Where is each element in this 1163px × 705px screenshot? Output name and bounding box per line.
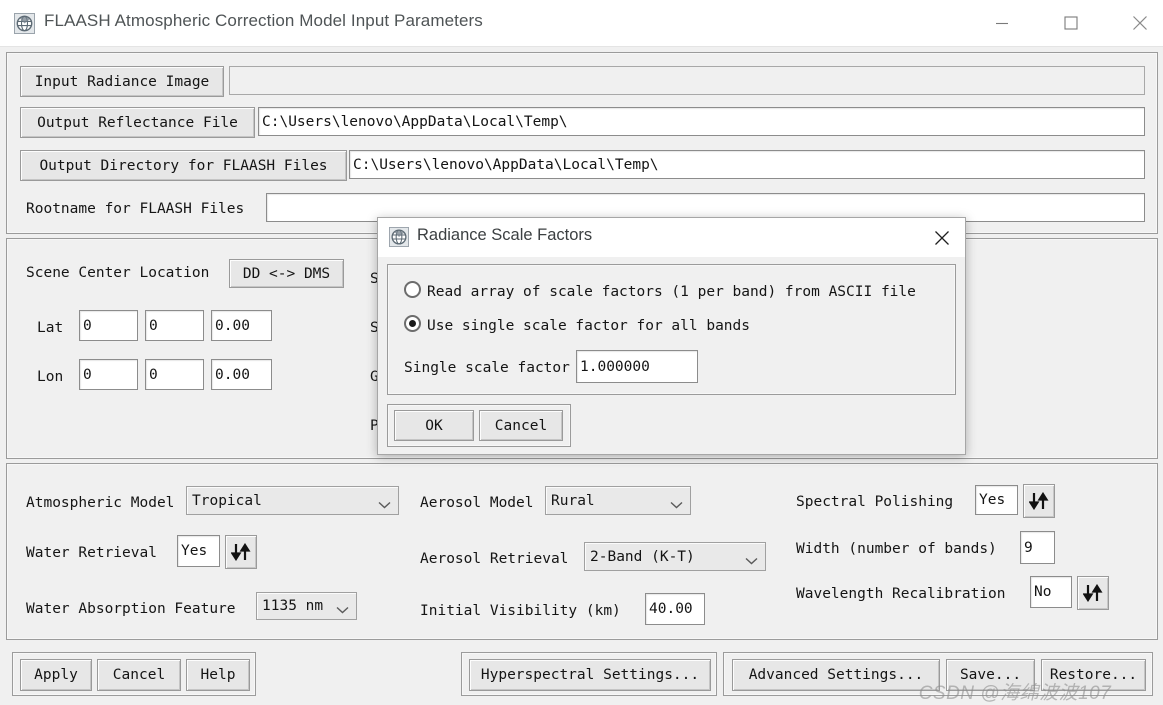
aerosol-retrieval-label: Aerosol Retrieval — [420, 551, 569, 567]
initial-visibility-label: Initial Visibility (km) — [420, 603, 621, 619]
lat-minutes-field[interactable]: 0 — [145, 310, 204, 341]
updown-arrows-icon — [1029, 492, 1049, 510]
radiance-scale-factors-dialog: Radiance Scale Factors Read array of sca… — [377, 217, 966, 455]
chevron-down-icon — [378, 497, 391, 508]
initial-visibility-field[interactable]: 40.00 — [645, 593, 705, 625]
aerosol-model-select[interactable]: Rural — [545, 486, 691, 515]
input-radiance-image-button[interactable]: Input Radiance Image — [20, 66, 224, 97]
dialog-title: Radiance Scale Factors — [417, 226, 593, 244]
lon-degrees-field[interactable]: 0 — [79, 359, 138, 390]
aerosol-model-value: Rural — [551, 492, 595, 509]
single-scale-factor-label: Single scale factor — [404, 360, 570, 376]
wavelength-recalibration-value[interactable]: No — [1030, 576, 1072, 608]
chevron-down-icon — [670, 497, 683, 508]
chevron-down-icon — [336, 602, 349, 614]
files-panel: Input Radiance Image Output Reflectance … — [6, 52, 1158, 234]
envi-globe-icon — [14, 13, 35, 34]
close-icon — [935, 230, 949, 245]
updown-arrows-icon — [231, 543, 251, 561]
output-reflectance-file-field[interactable]: C:\Users\lenovo\AppData\Local\Temp\ — [258, 107, 1145, 136]
atmospheric-model-select[interactable]: Tropical — [186, 486, 399, 515]
bottom-actions-right-group: Advanced Settings... Save... Restore... — [723, 652, 1153, 696]
aerosol-retrieval-value: 2-Band (K-T) — [590, 548, 695, 565]
dialog-titlebar: Radiance Scale Factors — [378, 218, 965, 257]
water-retrieval-label: Water Retrieval — [26, 545, 157, 561]
hyperspectral-settings-button[interactable]: Hyperspectral Settings... — [469, 659, 711, 691]
dialog-options-panel: Read array of scale factors (1 per band)… — [387, 264, 956, 395]
dialog-ok-button[interactable]: OK — [394, 410, 474, 441]
width-number-of-bands-label: Width (number of bands) — [796, 541, 997, 557]
chevron-down-icon — [745, 553, 758, 564]
water-retrieval-toggle-button[interactable] — [225, 535, 257, 569]
page-title: FLAASH Atmospheric Correction Model Inpu… — [44, 11, 483, 30]
updown-arrows-icon — [1083, 584, 1103, 602]
close-button[interactable] — [1117, 0, 1163, 46]
water-absorption-feature-label: Water Absorption Feature — [26, 601, 236, 617]
envi-globe-icon — [389, 227, 409, 247]
wavelength-recalibration-label: Wavelength Recalibration — [796, 586, 1006, 602]
lon-seconds-field[interactable]: 0.00 — [211, 359, 272, 390]
dd-dms-toggle-button[interactable]: DD <-> DMS — [229, 259, 344, 288]
dialog-cancel-button[interactable]: Cancel — [479, 410, 563, 441]
window-titlebar: FLAASH Atmospheric Correction Model Inpu… — [0, 0, 1163, 47]
spectral-polishing-value[interactable]: Yes — [975, 485, 1018, 515]
dialog-buttons-group: OK Cancel — [387, 404, 571, 447]
lon-label: Lon — [37, 369, 64, 385]
model-panel: Atmospheric Model Tropical Water Retriev… — [6, 463, 1158, 640]
output-directory-button[interactable]: Output Directory for FLAASH Files — [20, 150, 347, 181]
read-array-label: Read array of scale factors (1 per band)… — [427, 284, 916, 300]
close-icon — [1133, 16, 1147, 30]
minimize-icon — [996, 22, 1008, 25]
dialog-close-button[interactable] — [919, 218, 965, 257]
water-absorption-feature-value: 1135 nm — [262, 598, 324, 614]
maximize-button[interactable] — [1048, 0, 1094, 46]
scene-center-location-label: Scene Center Location — [26, 265, 210, 281]
rootname-label: Rootname for FLAASH Files — [26, 201, 245, 217]
atmospheric-model-label: Atmospheric Model — [26, 495, 175, 511]
input-radiance-image-field[interactable] — [229, 66, 1145, 95]
save-button[interactable]: Save... — [946, 659, 1035, 691]
restore-button[interactable]: Restore... — [1041, 659, 1146, 691]
cancel-button[interactable]: Cancel — [97, 659, 181, 691]
help-button[interactable]: Help — [186, 659, 250, 691]
apply-button[interactable]: Apply — [20, 659, 92, 691]
water-retrieval-value[interactable]: Yes — [177, 535, 220, 567]
use-single-factor-label: Use single scale factor for all bands — [427, 318, 751, 334]
lat-degrees-field[interactable]: 0 — [79, 310, 138, 341]
read-array-radio[interactable] — [404, 281, 421, 298]
spectral-polishing-label: Spectral Polishing — [796, 494, 954, 510]
flaash-window: FLAASH Atmospheric Correction Model Inpu… — [0, 0, 1163, 705]
water-absorption-feature-select[interactable]: 1135 nm — [256, 592, 357, 620]
advanced-settings-button[interactable]: Advanced Settings... — [732, 659, 940, 691]
lat-seconds-field[interactable]: 0.00 — [211, 310, 272, 341]
bottom-actions-left-group: Apply Cancel Help — [12, 652, 256, 696]
use-single-factor-radio[interactable] — [404, 315, 421, 332]
lat-label: Lat — [37, 320, 64, 336]
single-scale-factor-field[interactable]: 1.000000 — [576, 350, 698, 383]
atmospheric-model-value: Tropical — [192, 492, 262, 509]
wavelength-recalibration-toggle-button[interactable] — [1077, 576, 1109, 610]
maximize-icon — [1064, 16, 1078, 30]
output-directory-field[interactable]: C:\Users\lenovo\AppData\Local\Temp\ — [349, 150, 1145, 179]
minimize-button[interactable] — [979, 0, 1025, 46]
lon-minutes-field[interactable]: 0 — [145, 359, 204, 390]
aerosol-retrieval-select[interactable]: 2-Band (K-T) — [584, 542, 766, 571]
output-reflectance-file-button[interactable]: Output Reflectance File — [20, 107, 255, 138]
width-number-of-bands-field[interactable]: 9 — [1020, 531, 1055, 564]
spectral-polishing-toggle-button[interactable] — [1023, 484, 1055, 518]
aerosol-model-label: Aerosol Model — [420, 495, 534, 511]
hyperspectral-settings-group: Hyperspectral Settings... — [461, 652, 717, 696]
